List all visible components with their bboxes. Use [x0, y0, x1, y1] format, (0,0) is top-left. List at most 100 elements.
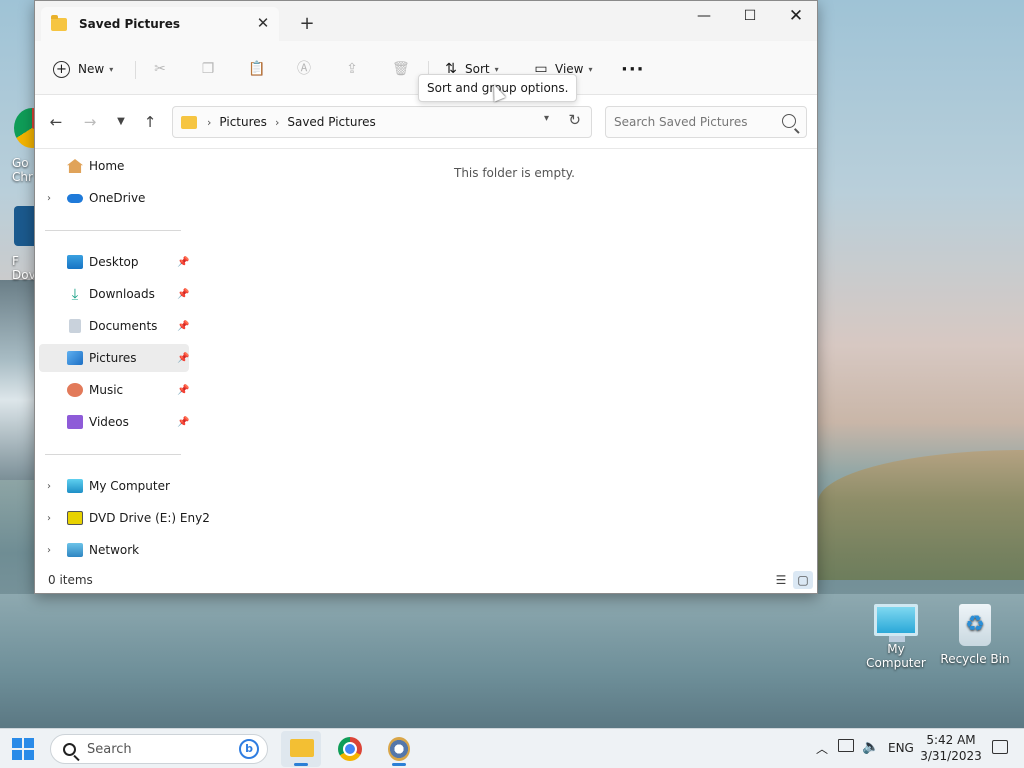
expand-chevron-icon[interactable]: › — [47, 545, 51, 556]
sidebar-divider — [45, 230, 181, 231]
start-button[interactable] — [12, 738, 34, 760]
share-button[interactable]: ⇪ — [344, 55, 366, 83]
recent-locations-button[interactable]: ▼ — [110, 111, 132, 133]
pin-icon[interactable]: 📌 — [177, 257, 189, 268]
chevron-down-icon: ▾ — [494, 64, 499, 74]
tab-saved-pictures[interactable]: Saved Pictures ✕ — [41, 7, 279, 41]
more-options-button[interactable]: ··· — [621, 55, 645, 83]
address-bar[interactable]: › Pictures › Saved Pictures ▾ ↻ — [172, 106, 592, 138]
video-icon — [67, 415, 83, 429]
desktop-icon-chrome-partial[interactable]: Go Chr — [0, 108, 34, 188]
recycle-bin-icon: ♻ — [959, 604, 991, 646]
desktop-icon — [67, 255, 83, 269]
pictures-icon — [67, 351, 83, 365]
new-button[interactable]: + New ▾ — [53, 55, 113, 83]
sidebar-item-label: Network — [89, 543, 140, 557]
sidebar-item-pictures[interactable]: Pictures 📌 — [39, 344, 189, 372]
sidebar-item-label: Music — [89, 383, 124, 397]
sidebar-item-label: My Computer — [89, 479, 170, 493]
desktop-icon-my-computer[interactable]: My Computer — [858, 604, 934, 670]
search-box[interactable] — [605, 106, 807, 138]
sidebar-item-network[interactable]: › Network — [39, 536, 189, 564]
item-count: 0 items — [48, 573, 93, 587]
new-button-label: New — [78, 62, 105, 76]
folder-icon — [181, 115, 197, 129]
sidebar-item-label: Downloads — [89, 287, 155, 301]
language-indicator[interactable]: ENG — [888, 741, 914, 768]
taskbar-chrome[interactable] — [330, 731, 370, 767]
taskbar-search[interactable]: Search b — [50, 734, 268, 764]
breadcrumb-pictures[interactable]: Pictures — [219, 115, 267, 129]
rename-button[interactable]: Ⓐ — [296, 55, 318, 83]
cut-button[interactable]: ✂ — [152, 55, 174, 83]
title-bar[interactable]: Saved Pictures ✕ + — ☐ ✕ — [35, 1, 817, 41]
pin-icon[interactable]: 📌 — [177, 385, 189, 396]
show-hidden-icons-chevron-icon[interactable]: ︿ — [816, 740, 828, 768]
sidebar-item-documents[interactable]: Documents 📌 — [39, 312, 189, 340]
pin-icon[interactable]: 📌 — [177, 321, 189, 332]
taskbar-clock[interactable]: 5:42 AM 3/31/2023 — [918, 732, 984, 764]
details-view-button[interactable]: ☰ — [771, 571, 791, 589]
search-input[interactable] — [606, 107, 776, 137]
close-tab-icon[interactable]: ✕ — [255, 15, 271, 31]
back-button[interactable]: ← — [45, 111, 67, 133]
desktop-icon-recycle-bin[interactable]: ♻ Recycle Bin — [937, 604, 1013, 666]
sidebar-item-my-computer[interactable]: › My Computer — [39, 472, 189, 500]
copy-button[interactable]: ❐ — [200, 55, 222, 83]
folder-icon — [51, 14, 67, 31]
taskbar-file-explorer[interactable] — [281, 731, 321, 767]
sidebar-item-music[interactable]: Music 📌 — [39, 376, 189, 404]
sidebar-item-onedrive[interactable]: › OneDrive — [39, 184, 189, 212]
sidebar-item-label: DVD Drive (E:) Eny2 — [89, 511, 210, 525]
refresh-icon[interactable]: ↻ — [568, 111, 581, 129]
network-icon — [67, 543, 83, 557]
tab-title: Saved Pictures — [79, 17, 180, 31]
wallpaper-hill — [818, 450, 1024, 580]
expand-chevron-icon[interactable]: › — [47, 193, 51, 204]
chevron-right-icon: › — [207, 115, 212, 129]
delete-button[interactable]: 🗑 — [392, 55, 414, 83]
notifications-icon[interactable] — [992, 740, 1008, 754]
pin-icon[interactable]: 📌 — [177, 417, 189, 428]
pin-icon[interactable]: 📌 — [177, 289, 189, 300]
sidebar-item-home[interactable]: Home — [39, 152, 189, 180]
expand-chevron-icon[interactable]: › — [47, 481, 51, 492]
address-dropdown-icon[interactable]: ▾ — [544, 113, 549, 124]
network-status-icon[interactable] — [838, 739, 854, 752]
search-icon[interactable] — [782, 114, 796, 128]
expand-chevron-icon[interactable]: › — [47, 513, 51, 524]
close-window-button[interactable]: ✕ — [773, 1, 819, 33]
rename-icon: Ⓐ — [297, 61, 311, 77]
desktop-icon-downloader-partial[interactable]: F Dov — [0, 206, 34, 286]
forward-button[interactable]: → — [79, 111, 101, 133]
clock-date: 3/31/2023 — [920, 749, 982, 763]
paste-button[interactable]: 📋 — [248, 55, 270, 83]
breadcrumb-saved-pictures[interactable]: Saved Pictures — [287, 115, 375, 129]
chevron-right-icon: › — [274, 115, 280, 129]
sidebar-item-label: OneDrive — [89, 191, 146, 205]
app-icon — [14, 206, 34, 246]
taskbar-search-label: Search — [87, 741, 132, 757]
sidebar-item-label: Videos — [89, 415, 129, 429]
taskbar-installer-app[interactable] — [379, 731, 419, 767]
minimize-button[interactable]: — — [681, 1, 727, 33]
sidebar-item-desktop[interactable]: Desktop 📌 — [39, 248, 189, 276]
download-arrow-icon: ⤓ — [71, 285, 79, 303]
sidebar-item-label: Home — [89, 159, 125, 173]
bing-icon[interactable]: b — [239, 739, 259, 759]
chevron-down-icon: ▾ — [109, 64, 114, 74]
maximize-button[interactable]: ☐ — [727, 1, 773, 33]
volume-icon[interactable]: 🔈 — [862, 739, 879, 768]
up-button[interactable]: ↑ — [139, 111, 161, 133]
large-icons-view-button[interactable]: ▢ — [793, 571, 813, 589]
sidebar-item-downloads[interactable]: ⤓ Downloads 📌 — [39, 280, 190, 308]
desktop-label-line: Chr — [12, 170, 33, 184]
empty-folder-message: This folder is empty. — [454, 166, 575, 180]
sidebar-item-videos[interactable]: Videos 📌 — [39, 408, 189, 436]
pin-icon[interactable]: 📌 — [177, 353, 189, 364]
clipboard-icon: 📋 — [248, 61, 266, 77]
new-tab-button[interactable]: + — [297, 14, 317, 34]
sidebar-item-dvd-drive[interactable]: › DVD Drive (E:) Eny2 — [39, 504, 210, 532]
navigation-pane: Home › OneDrive Desktop 📌 ⤓ Downloads 📌 … — [35, 150, 210, 570]
toolbar-divider — [135, 61, 136, 79]
